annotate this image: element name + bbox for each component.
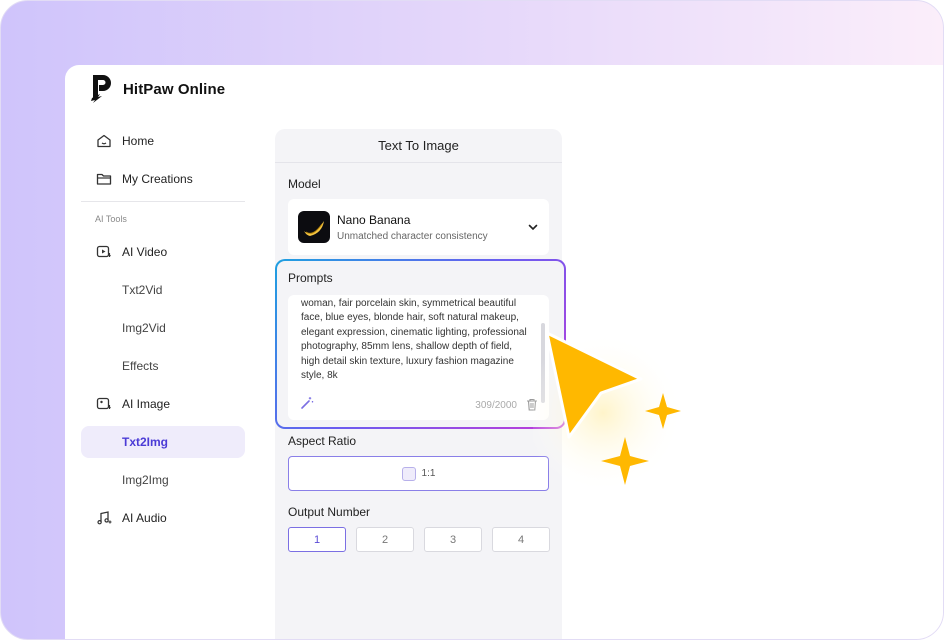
sidebar-item-label: Img2Img	[122, 473, 169, 487]
sidebar-item-label: Txt2Vid	[122, 283, 163, 297]
app-window: HitPaw Online Home My Creations AI Tools…	[65, 65, 943, 639]
sidebar-item-label: Img2Vid	[122, 321, 166, 335]
model-name: Nano Banana	[337, 212, 411, 227]
output-option-3[interactable]: 3	[424, 527, 482, 552]
model-description: Unmatched character consistency	[337, 230, 488, 242]
magic-wand-icon[interactable]	[300, 396, 314, 410]
sidebar-item-my-creations[interactable]: My Creations	[81, 163, 245, 195]
sidebar-item-ai-video[interactable]: AI Video	[81, 236, 245, 268]
output-option-1[interactable]: 1	[288, 527, 346, 552]
sidebar-item-label: My Creations	[122, 172, 193, 186]
hitpaw-logo-icon	[91, 75, 111, 103]
prompt-char-counter: 309/2000	[475, 400, 517, 411]
sidebar-item-img2img[interactable]: Img2Img	[81, 464, 245, 496]
music-icon	[97, 511, 112, 525]
output-number-label: Output Number	[288, 505, 371, 519]
sidebar-item-txt2vid[interactable]: Txt2Vid	[81, 274, 245, 306]
square-ratio-icon	[401, 466, 416, 481]
output-option-4[interactable]: 4	[492, 527, 550, 552]
sidebar-item-home[interactable]: Home	[81, 125, 245, 157]
prompt-textarea[interactable]: woman, fair porcelain skin, symmetrical …	[288, 295, 549, 420]
sidebar-divider	[81, 201, 245, 202]
sidebar-item-ai-image[interactable]: AI Image	[81, 388, 245, 420]
background-frame: HitPaw Online Home My Creations AI Tools…	[0, 0, 944, 640]
video-icon	[96, 245, 111, 258]
folder-icon	[96, 173, 112, 185]
sidebar-item-label: Effects	[122, 359, 159, 373]
sparkle-cursor-icon	[533, 331, 683, 493]
home-icon	[97, 134, 111, 148]
aspect-ratio-value: 1:1	[421, 468, 436, 479]
sidebar-item-label: AI Image	[122, 397, 171, 411]
banana-icon	[304, 221, 324, 236]
output-option-2[interactable]: 2	[356, 527, 414, 552]
app-title: HitPaw Online	[123, 80, 226, 98]
sidebar-item-label: Home	[122, 134, 155, 148]
sidebar-item-img2vid[interactable]: Img2Vid	[81, 312, 245, 344]
ai-tools-heading: AI Tools	[95, 214, 127, 224]
aspect-ratio-select[interactable]: 1:1	[288, 456, 549, 491]
output-number-options: 1 2 3 4	[288, 527, 550, 552]
model-select[interactable]: Nano Banana Unmatched character consiste…	[288, 199, 549, 255]
sidebar-item-txt2img[interactable]: Txt2Img	[81, 426, 245, 458]
aspect-ratio-label: Aspect Ratio	[288, 434, 357, 448]
prompts-label: Prompts	[288, 271, 333, 285]
sidebar-item-label: Txt2Img	[122, 435, 169, 449]
sidebar: Home My Creations AI Tools AI Video Txt2…	[81, 125, 245, 540]
model-label: Model	[288, 177, 321, 191]
sidebar-item-label: AI Video	[122, 245, 168, 259]
text-to-image-panel: Text To Image Model Nano Banana Unmatche…	[275, 129, 566, 639]
sidebar-item-effects[interactable]: Effects	[81, 350, 245, 382]
prompt-text: woman, fair porcelain skin, symmetrical …	[301, 298, 527, 382]
logo[interactable]: HitPaw Online	[89, 71, 225, 107]
sidebar-item-label: AI Audio	[122, 511, 167, 525]
panel-title: Text To Image	[275, 129, 562, 163]
model-thumbnail	[298, 211, 330, 243]
image-icon	[96, 397, 111, 410]
chevron-down-icon	[528, 224, 538, 231]
prompts-section: Prompts woman, fair porcelain skin, symm…	[275, 259, 566, 429]
sidebar-item-ai-audio[interactable]: AI Audio	[81, 502, 245, 534]
